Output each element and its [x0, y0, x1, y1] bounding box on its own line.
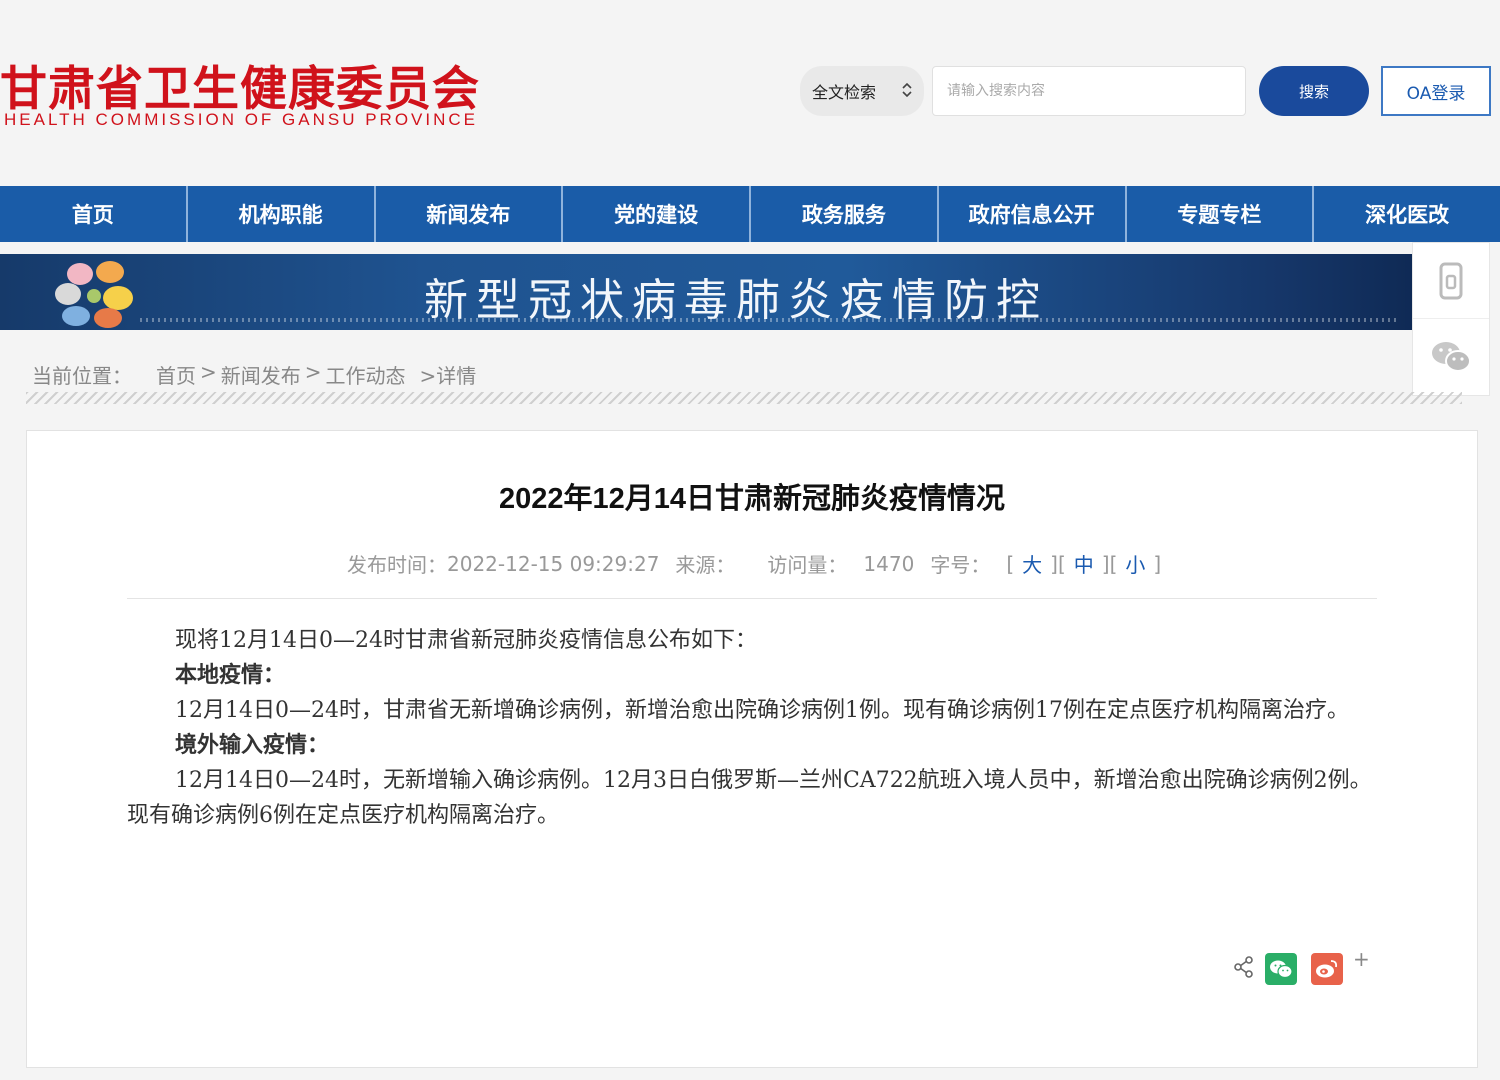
bracket-open: [	[1109, 551, 1118, 576]
breadcrumb-home[interactable]: 首页	[156, 360, 196, 389]
font-size-medium-link[interactable]: 中	[1074, 549, 1094, 578]
wechat-icon	[1432, 342, 1471, 372]
nav-item-party[interactable]: 党的建设	[563, 186, 751, 242]
search-button[interactable]: 搜索	[1259, 66, 1369, 116]
nav-item-news[interactable]: 新闻发布	[376, 186, 564, 242]
article-paragraph: 现将12月14日0—24时甘肃省新冠肺炎疫情信息公布如下：	[175, 628, 757, 653]
main-nav: 首页 机构职能 新闻发布 党的建设 政务服务 政府信息公开 专题专栏 深化医改	[0, 186, 1500, 242]
oa-login-button[interactable]: OA登录	[1381, 66, 1491, 116]
nav-item-topics[interactable]: 专题专栏	[1127, 186, 1315, 242]
meta-divider	[127, 598, 1377, 599]
share-wechat-button[interactable]	[1265, 953, 1297, 985]
nav-item-institution[interactable]: 机构职能	[188, 186, 376, 242]
side-float-panel	[1412, 242, 1490, 396]
nav-item-services[interactable]: 政务服务	[751, 186, 939, 242]
breadcrumb-news[interactable]: 新闻发布	[221, 360, 301, 389]
font-size-small-link[interactable]: 小	[1125, 549, 1145, 578]
updown-arrow-icon	[902, 82, 912, 100]
bracket-close: ]	[1153, 551, 1162, 576]
breadcrumb-sep: >	[304, 360, 322, 384]
font-size-large-link[interactable]: 大	[1022, 549, 1042, 578]
breadcrumb-label: 当前位置：	[32, 364, 132, 388]
article-title: 2022年12月14日甘肃新冠肺炎疫情情况	[498, 483, 1006, 515]
article-paragraph: 12月14日0—24时，无新增输入确诊病例。12月3日白俄罗斯—兰州CA722航…	[127, 768, 1372, 828]
article-meta: 发布时间： 2022-12-15 09:29:27 来源： 访问量： 1470 …	[347, 549, 1161, 578]
nav-item-info-disclosure[interactable]: 政府信息公开	[939, 186, 1127, 242]
mobile-phone-icon	[1439, 262, 1463, 299]
search-scope-value: 全文检索	[812, 83, 877, 102]
weibo-icon	[1316, 960, 1338, 978]
font-size-label: 字号：	[930, 553, 991, 577]
breadcrumb-work-updates[interactable]: 工作动态	[326, 360, 406, 389]
section-heading-local: 本地疫情：	[175, 663, 286, 688]
article-card: 2022年12月14日甘肃新冠肺炎疫情情况 发布时间： 2022-12-15 0…	[26, 430, 1478, 1068]
search-input[interactable]	[932, 66, 1246, 116]
share-weibo-button[interactable]	[1311, 953, 1343, 985]
publish-time-label: 发布时间：	[347, 553, 447, 577]
breadcrumb-detail: >详情	[419, 364, 477, 388]
bracket-close: ]	[1050, 551, 1058, 576]
site-logo-cn[interactable]: 甘肃省卫生健康委员会	[0, 50, 480, 119]
covid-banner[interactable]: 新型冠状病毒肺炎疫情防控	[0, 254, 1412, 330]
bracket-close: ]	[1101, 551, 1110, 576]
source-label: 来源：	[675, 553, 736, 577]
share-icon[interactable]	[1233, 956, 1255, 982]
section-heading-imported: 境外输入疫情：	[175, 733, 330, 758]
article-paragraph: 12月14日0—24时，甘肃省无新增确诊病例，新增治愈出院确诊病例1例。现有确诊…	[175, 698, 1349, 723]
visits-label: 访问量：	[767, 553, 848, 577]
nav-item-reform[interactable]: 深化医改	[1314, 186, 1500, 242]
breadcrumb-sep: >	[200, 360, 217, 384]
side-mobile-button[interactable]	[1413, 243, 1489, 319]
nav-item-home[interactable]: 首页	[0, 186, 188, 242]
breadcrumb-divider	[26, 392, 1462, 404]
wechat-icon	[1270, 960, 1293, 979]
site-logo-en: HEALTH COMMISSION OF GANSU PROVINCE	[4, 110, 479, 129]
side-wechat-button[interactable]	[1413, 319, 1489, 395]
visits-value: 1470	[863, 551, 915, 576]
search-scope-select[interactable]: 全文检索	[800, 66, 924, 116]
share-bar: +	[1233, 947, 1370, 985]
bracket-open: [	[1006, 551, 1015, 576]
breadcrumb: 当前位置： 首页 > 新闻发布 > 工作动态 >详情	[32, 360, 480, 389]
flower-logo-icon	[55, 261, 133, 328]
bracket-open: [	[1057, 551, 1066, 576]
site-header: 甘肃省卫生健康委员会 HEALTH COMMISSION OF GANSU PR…	[0, 0, 1500, 186]
article-body: 现将12月14日0—24时甘肃省新冠肺炎疫情信息公布如下： 本地疫情： 12月1…	[127, 623, 1379, 833]
banner-dots	[140, 318, 1400, 322]
share-more-button[interactable]: +	[1353, 947, 1370, 971]
publish-time-value: 2022-12-15 09:29:27	[447, 551, 660, 576]
